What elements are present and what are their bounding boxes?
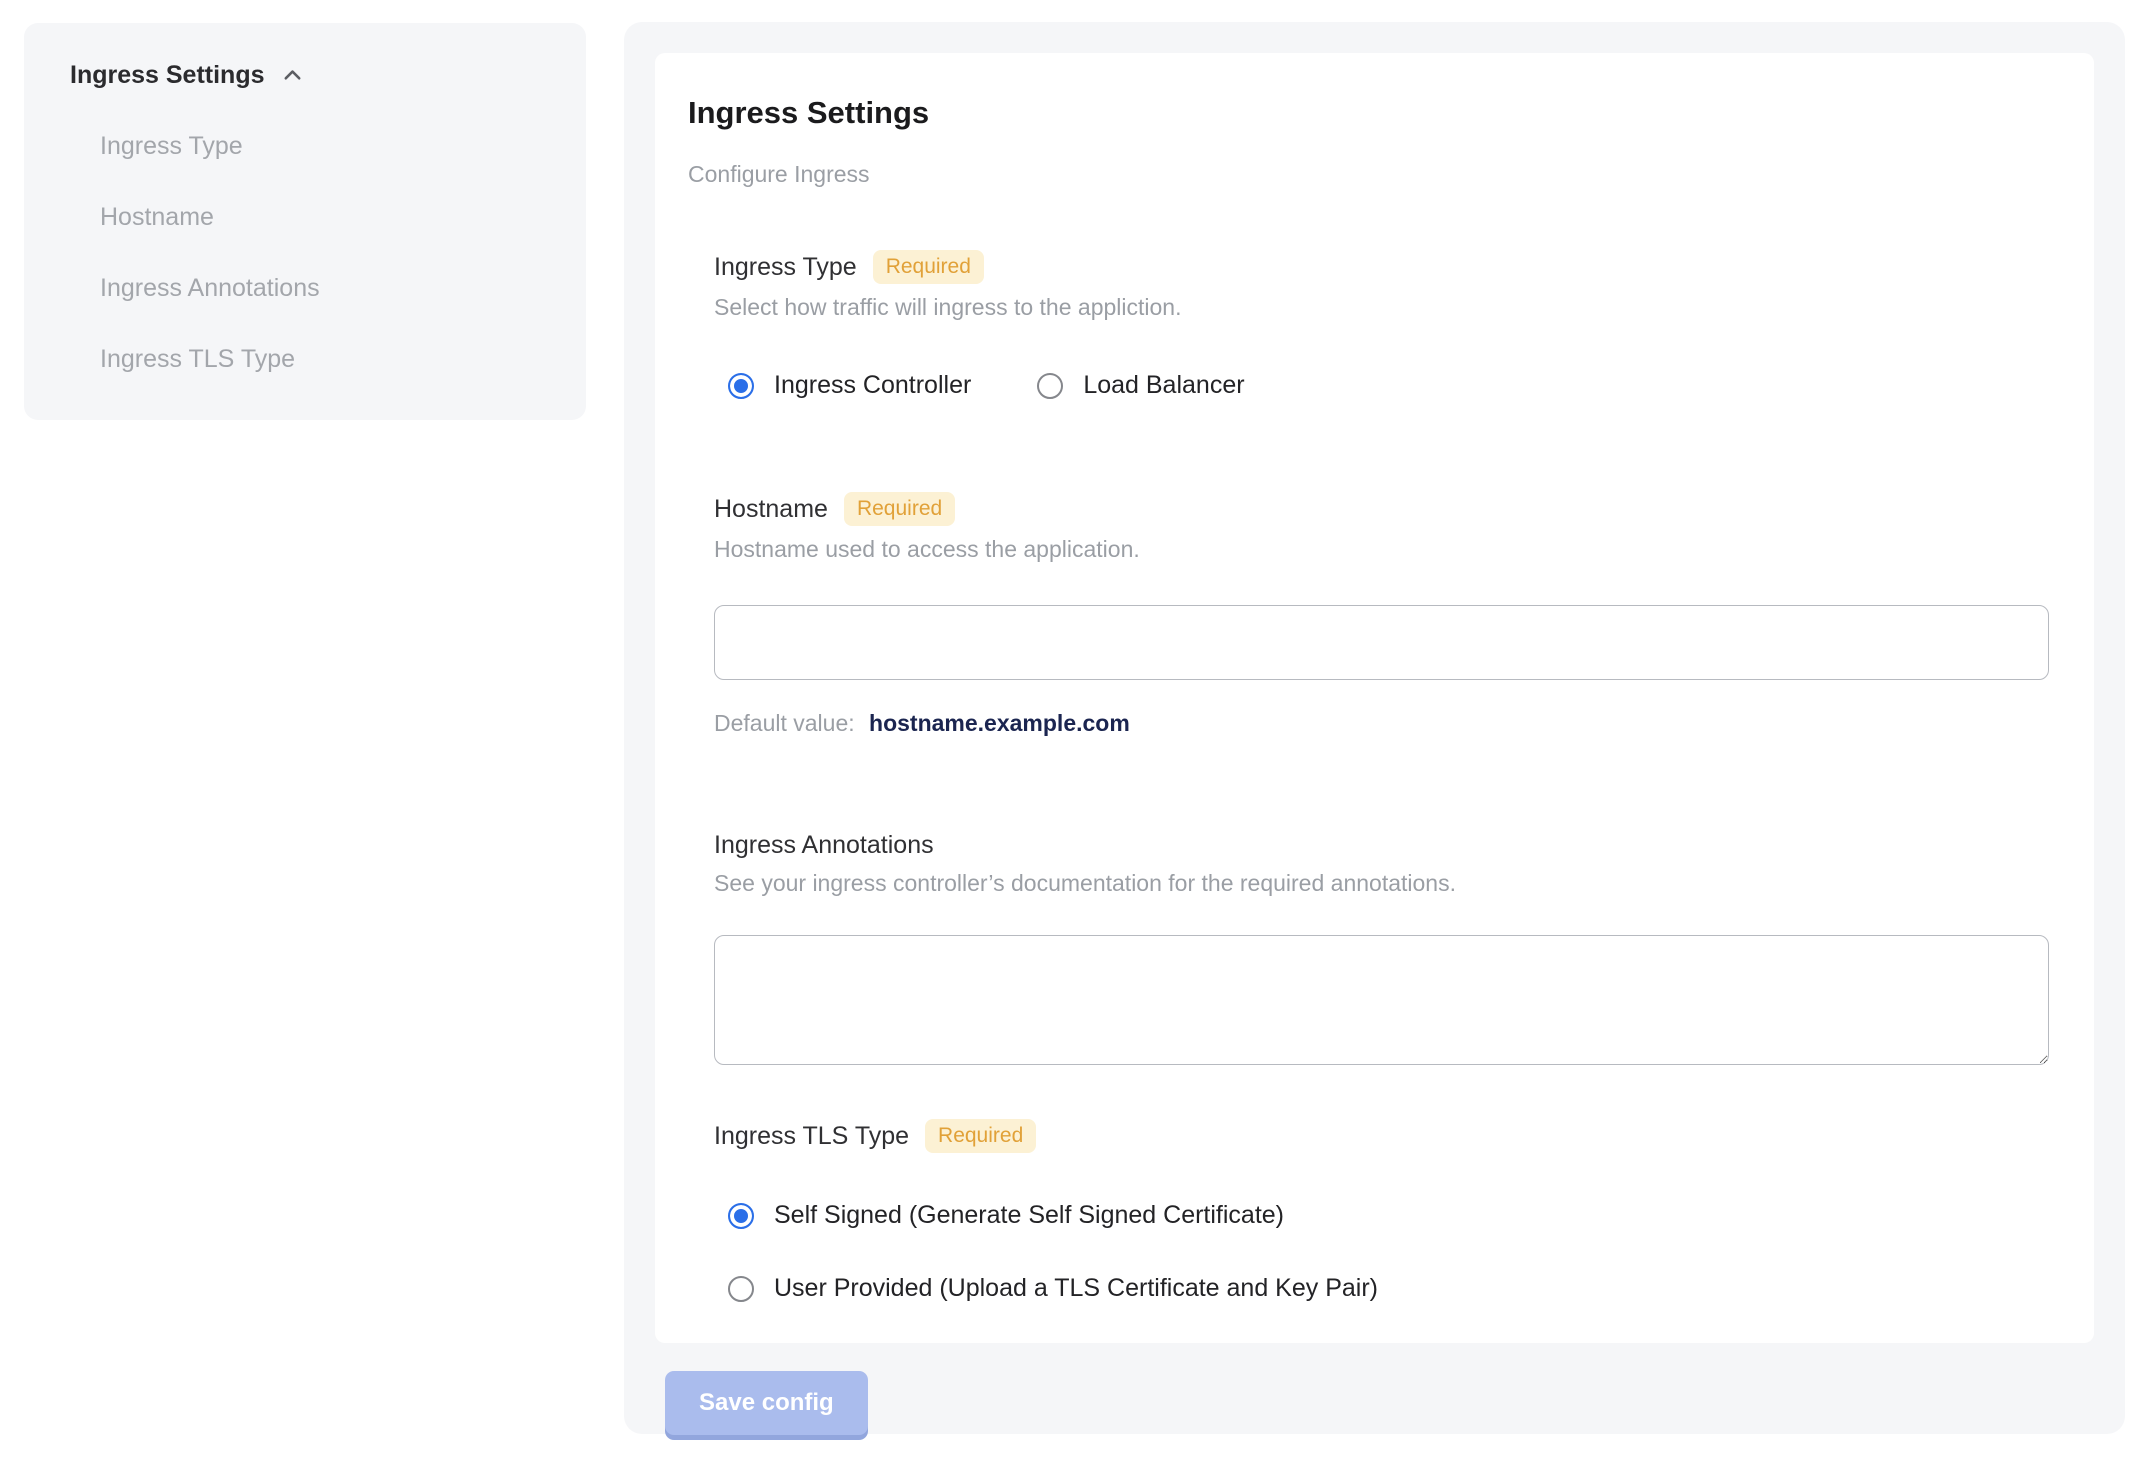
radio-ingress-controller[interactable]: Ingress Controller xyxy=(728,371,971,400)
required-badge: Required xyxy=(843,492,956,526)
chevron-up-icon xyxy=(279,62,306,89)
hostname-helper: Hostname used to access the application. xyxy=(714,536,1140,562)
radio-user-provided[interactable]: User Provided (Upload a TLS Certificate … xyxy=(728,1274,2044,1303)
save-config-button[interactable]: Save config xyxy=(665,1371,868,1435)
sidebar-item-ingress-tls-type[interactable]: Ingress TLS Type xyxy=(100,345,540,374)
page-subtitle: Configure Ingress xyxy=(688,161,870,187)
ingress-settings-nav: Ingress Settings Ingress Type Hostname I… xyxy=(24,23,586,420)
ingress-type-radio-group: Ingress Controller Load Balancer xyxy=(728,371,2044,400)
default-value-label: Default value: xyxy=(714,710,855,736)
hostname-label: Hostname xyxy=(714,494,828,523)
ingress-tls-type-label: Ingress TLS Type xyxy=(714,1121,910,1150)
ingress-type-label: Ingress Type xyxy=(714,252,857,281)
ingress-settings-card: Ingress Settings Configure Ingress Ingre… xyxy=(655,53,2094,1343)
hostname-input[interactable] xyxy=(714,605,2049,680)
ingress-annotations-helper: See your ingress controller’s documentat… xyxy=(714,870,1456,896)
sidebar-item-ingress-annotations[interactable]: Ingress Annotations xyxy=(100,274,540,303)
section-hostname: Hostname Required Hostname used to acces… xyxy=(714,492,2049,737)
radio-label: Load Balancer xyxy=(1083,371,1245,399)
radio-load-balancer[interactable]: Load Balancer xyxy=(1037,371,1245,400)
sidebar-item-ingress-type[interactable]: Ingress Type xyxy=(100,132,540,161)
radio-label: User Provided (Upload a TLS Certificate … xyxy=(774,1274,1378,1302)
ingress-annotations-label: Ingress Annotations xyxy=(714,831,934,859)
default-value-text: hostname.example.com xyxy=(869,710,1130,736)
radio-label: Ingress Controller xyxy=(774,371,972,399)
hostname-default-line: Default value: hostname.example.com xyxy=(714,710,2044,737)
ingress-annotations-textarea[interactable] xyxy=(714,935,2049,1065)
settings-panel: Ingress Settings Configure Ingress Ingre… xyxy=(624,22,2125,1435)
radio-selected-icon xyxy=(728,372,754,399)
sidebar-section-ingress-settings[interactable]: Ingress Settings xyxy=(70,61,540,90)
ingress-tls-radio-group: Self Signed (Generate Self Signed Certif… xyxy=(728,1201,2044,1303)
section-ingress-type: Ingress Type Required Select how traffic… xyxy=(714,250,2044,400)
page-title: Ingress Settings xyxy=(688,95,930,130)
radio-label: Self Signed (Generate Self Signed Certif… xyxy=(774,1201,1284,1229)
radio-unselected-icon xyxy=(1037,372,1064,399)
section-ingress-tls-type: Ingress TLS Type Required Self Signed (G… xyxy=(714,1119,2044,1303)
save-row: Save config xyxy=(655,1371,2094,1435)
radio-selected-icon xyxy=(728,1202,754,1229)
sidebar-item-hostname[interactable]: Hostname xyxy=(100,203,540,232)
radio-unselected-icon xyxy=(728,1275,754,1302)
required-badge: Required xyxy=(925,1119,1037,1153)
required-badge: Required xyxy=(872,250,984,284)
sidebar-section-label: Ingress Settings xyxy=(70,61,265,89)
radio-self-signed[interactable]: Self Signed (Generate Self Signed Certif… xyxy=(728,1201,2044,1230)
section-ingress-annotations: Ingress Annotations See your ingress con… xyxy=(714,831,2049,1065)
ingress-type-helper: Select how traffic will ingress to the a… xyxy=(714,294,1182,320)
